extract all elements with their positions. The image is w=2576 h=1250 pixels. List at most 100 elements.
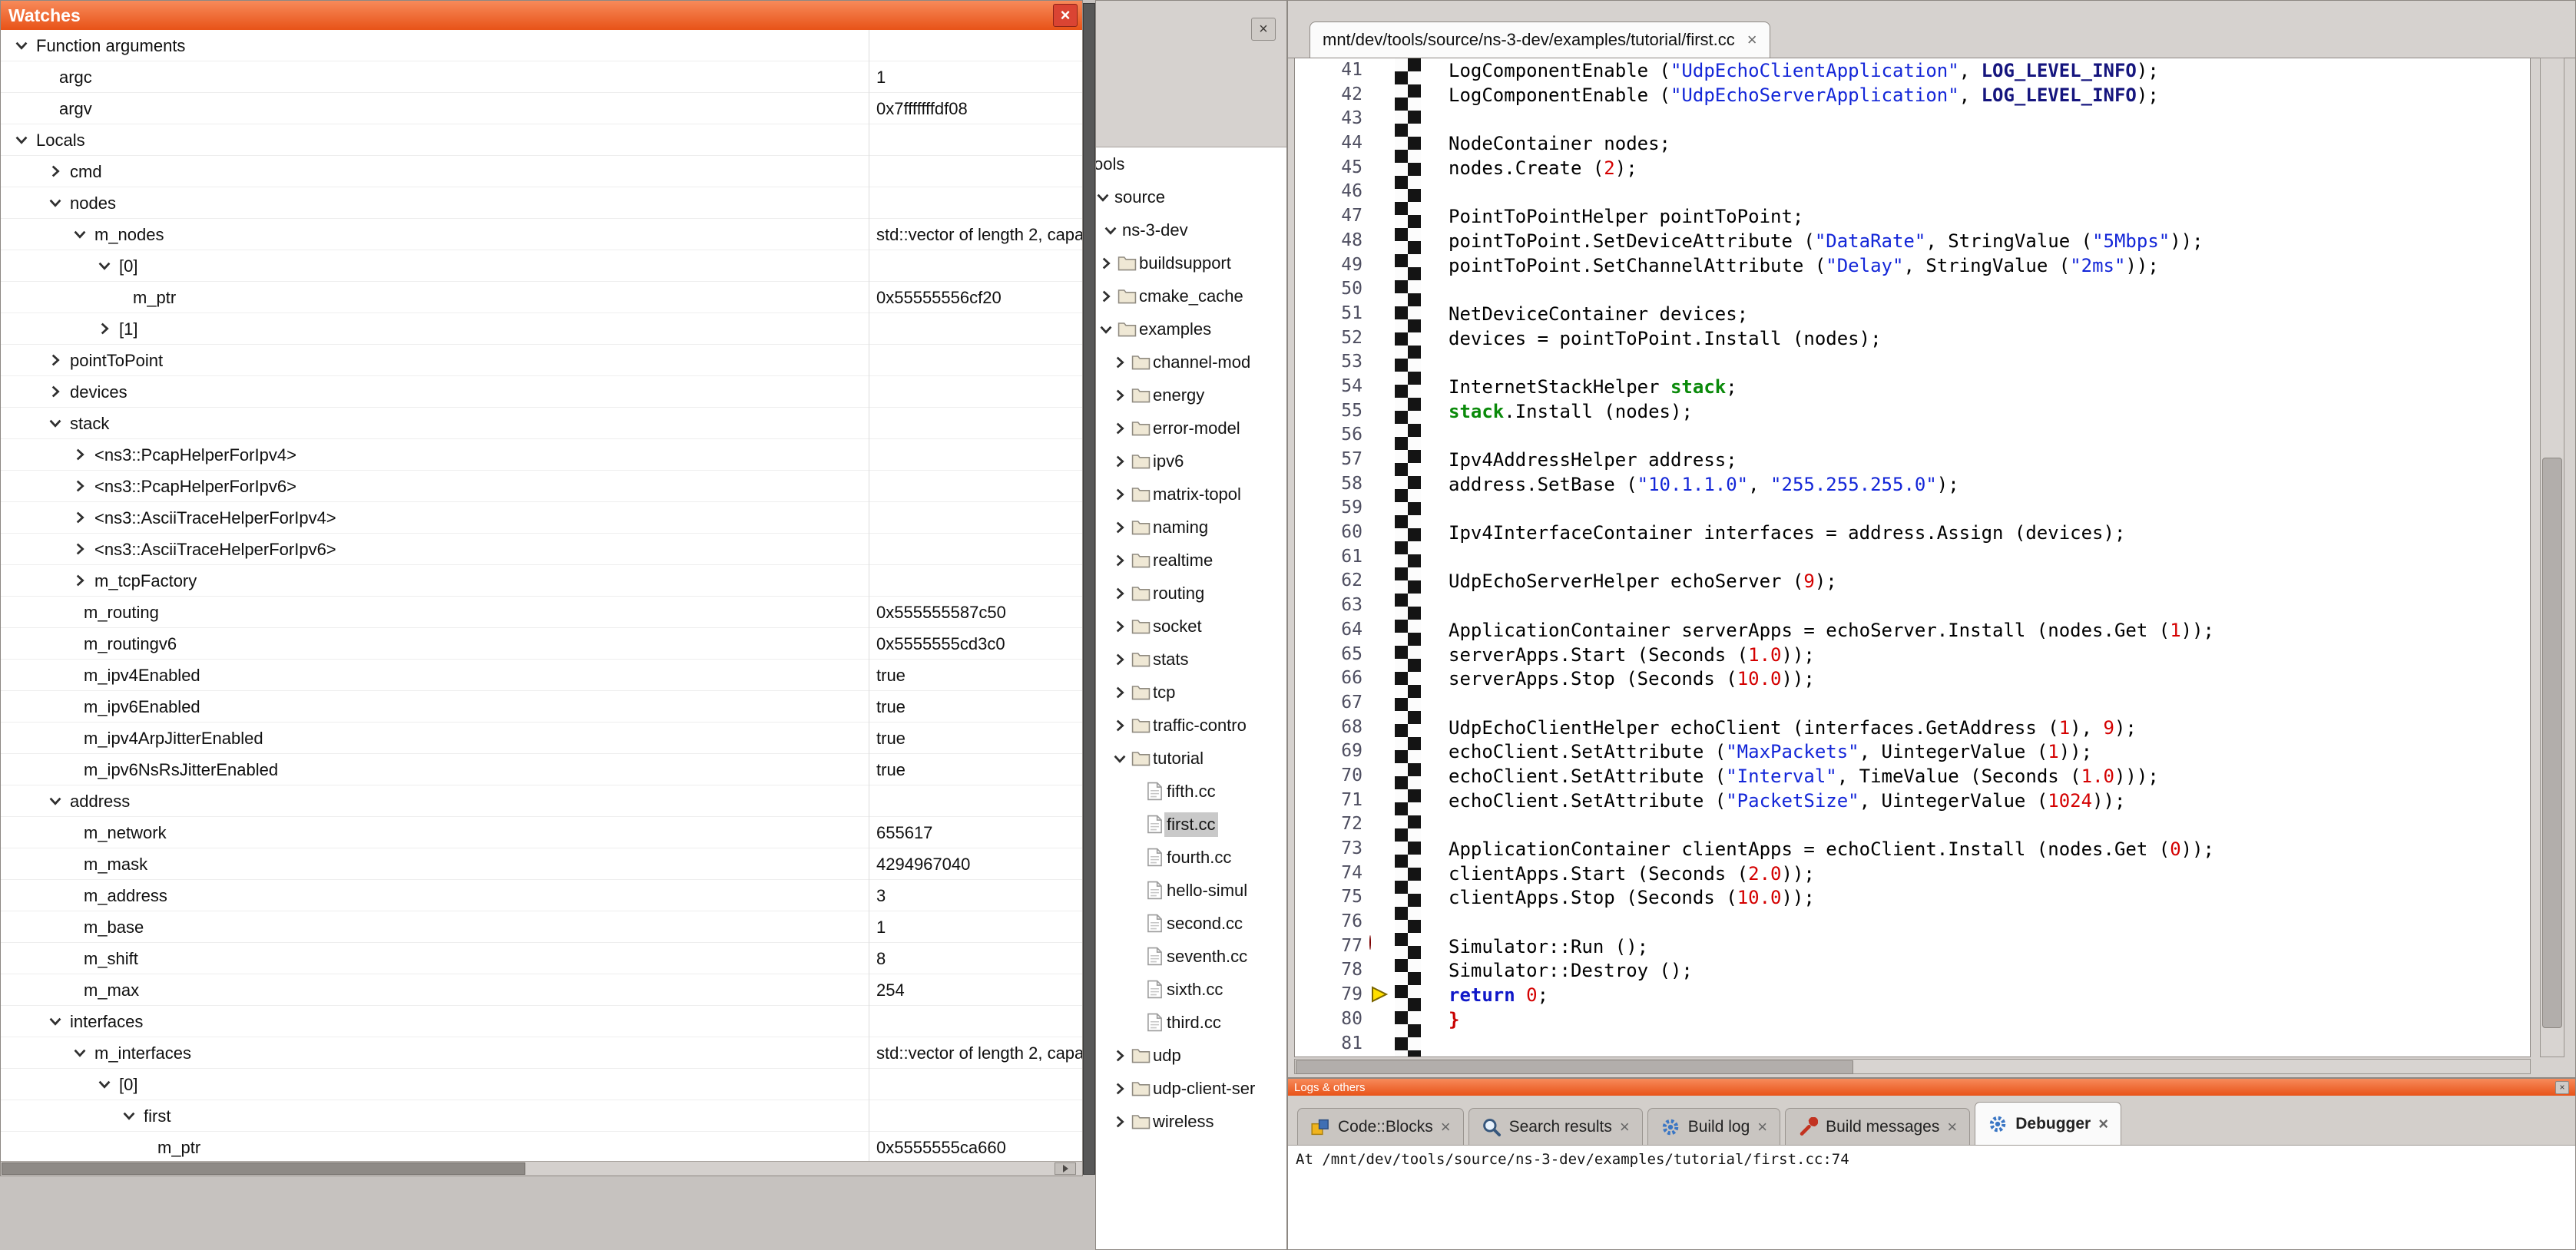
watch-row[interactable]: stack (1, 408, 1082, 439)
watch-row[interactable]: <ns3::AsciiTraceHelperForIpv4> (1, 502, 1082, 534)
watch-row[interactable]: Function arguments (1, 30, 1082, 61)
chevron-down-icon[interactable] (47, 792, 64, 809)
tree-item-fourth-cc[interactable]: fourth.cc (1096, 841, 1286, 874)
watch-row[interactable]: <ns3::PcapHelperForIpv6> (1, 471, 1082, 502)
chevron-right-icon[interactable] (1098, 255, 1114, 272)
watch-row[interactable]: m_network655617 (1, 817, 1082, 848)
line-number[interactable]: 56 (1295, 425, 1362, 445)
tree-item-buildsupport[interactable]: buildsupport (1096, 246, 1286, 279)
logs-titlebar[interactable]: Logs & others × (1288, 1079, 2575, 1096)
watch-row[interactable]: [1] (1, 313, 1082, 345)
watch-row[interactable]: argv0x7fffffffdf08 (1, 93, 1082, 124)
line-number[interactable]: 46 (1295, 181, 1362, 201)
line-number[interactable]: 69 (1295, 741, 1362, 761)
tree-item-tcp[interactable]: tcp (1096, 676, 1286, 709)
logs-tab-build-log[interactable]: Build log× (1647, 1108, 1780, 1145)
chevron-down-icon[interactable] (1111, 750, 1128, 767)
line-number[interactable]: 49 (1295, 255, 1362, 275)
current-line-arrow-icon[interactable] (1369, 984, 1394, 1006)
tree-item-udp[interactable]: udp (1096, 1039, 1286, 1072)
tab-close-icon[interactable]: × (1757, 1119, 1767, 1136)
line-number[interactable]: 80 (1295, 1009, 1362, 1029)
line-number[interactable]: 44 (1295, 133, 1362, 153)
chevron-down-icon[interactable] (1102, 222, 1119, 239)
chevron-right-icon[interactable] (47, 163, 64, 180)
line-number[interactable]: 64 (1295, 620, 1362, 640)
watch-row[interactable]: <ns3::PcapHelperForIpv4> (1, 439, 1082, 471)
watch-row[interactable]: m_ptr0x5555555ca660 (1, 1132, 1082, 1162)
line-number[interactable]: 60 (1295, 522, 1362, 542)
chevron-right-icon[interactable] (1111, 684, 1128, 701)
chevron-right-icon[interactable] (1111, 387, 1128, 404)
watch-row[interactable]: cmd (1, 156, 1082, 187)
close-icon[interactable]: × (1251, 18, 1276, 41)
tab-close-icon[interactable]: × (1947, 1119, 1957, 1136)
tree-item-traffic-contro[interactable]: traffic-contro (1096, 709, 1286, 742)
line-number[interactable]: 55 (1295, 401, 1362, 421)
line-number[interactable]: 47 (1295, 206, 1362, 226)
tree-item-tutorial[interactable]: tutorial (1096, 742, 1286, 775)
watch-row[interactable]: m_ipv4Enabledtrue (1, 660, 1082, 691)
watch-row[interactable]: Locals (1, 124, 1082, 156)
watch-row[interactable]: first (1, 1100, 1082, 1132)
line-number[interactable]: 75 (1295, 887, 1362, 907)
tree-item-ipv6[interactable]: ipv6 (1096, 445, 1286, 478)
chevron-right-icon[interactable] (71, 446, 88, 463)
tree-item-first-cc[interactable]: first.cc (1096, 808, 1286, 841)
close-icon[interactable]: × (2555, 1081, 2569, 1094)
chevron-right-icon[interactable] (1111, 651, 1128, 668)
line-number[interactable]: 68 (1295, 717, 1362, 737)
watch-row[interactable]: [0] (1, 250, 1082, 282)
tree-item-fifth-cc[interactable]: fifth.cc (1096, 775, 1286, 808)
tree-item-source[interactable]: source (1096, 180, 1286, 213)
watch-row[interactable]: m_interfacesstd::vector of length 2, cap… (1, 1037, 1082, 1069)
logs-tab-search-results[interactable]: Search results× (1468, 1108, 1643, 1145)
chevron-right-icon[interactable] (1111, 486, 1128, 503)
chevron-right-icon[interactable] (1098, 288, 1114, 305)
chevron-down-icon[interactable] (13, 37, 30, 54)
watch-row[interactable]: m_address3 (1, 880, 1082, 911)
line-number[interactable]: 50 (1295, 279, 1362, 299)
chevron-down-icon[interactable] (47, 415, 64, 432)
tree-item-second-cc[interactable]: second.cc (1096, 907, 1286, 940)
tree-item-seventh-cc[interactable]: seventh.cc (1096, 940, 1286, 973)
tree-item-ns-3-dev[interactable]: ns-3-dev (1096, 213, 1286, 246)
watches-titlebar[interactable]: Watches × (1, 1, 1082, 30)
chevron-right-icon[interactable] (1111, 420, 1128, 437)
line-number[interactable]: 63 (1295, 595, 1362, 615)
watches-horizontal-scrollbar[interactable] (1, 1161, 1082, 1176)
chevron-right-icon[interactable] (1111, 552, 1128, 569)
chevron-right-icon[interactable] (71, 541, 88, 557)
chevron-right-icon[interactable] (1111, 519, 1128, 536)
chevron-down-icon[interactable] (47, 194, 64, 211)
scrollbar-right-arrow-icon[interactable] (1055, 1162, 1076, 1175)
tree-item-examples[interactable]: examples (1096, 312, 1286, 346)
watch-row[interactable]: interfaces (1, 1006, 1082, 1037)
editor-horizontal-scrollbar[interactable] (1294, 1059, 2531, 1074)
line-number[interactable]: 51 (1295, 303, 1362, 323)
tree-item-sixth-cc[interactable]: sixth.cc (1096, 973, 1286, 1006)
logs-tab-debugger[interactable]: Debugger× (1975, 1102, 2121, 1145)
tree-item-hello-simul[interactable]: hello-simul (1096, 874, 1286, 907)
line-number[interactable]: 41 (1295, 60, 1362, 80)
tree-item-error-model[interactable]: error-model (1096, 412, 1286, 445)
chevron-right-icon[interactable] (1111, 618, 1128, 635)
chevron-right-icon[interactable] (1111, 453, 1128, 470)
chevron-down-icon[interactable] (96, 257, 113, 274)
chevron-right-icon[interactable] (1111, 1047, 1128, 1064)
watch-row[interactable]: m_routing0x555555587c50 (1, 597, 1082, 628)
line-number[interactable]: 52 (1295, 328, 1362, 348)
line-number[interactable]: 43 (1295, 108, 1362, 128)
editor-vertical-scrollbar[interactable] (2540, 58, 2564, 1057)
line-number[interactable]: 58 (1295, 474, 1362, 494)
watch-row[interactable]: m_mask4294967040 (1, 848, 1082, 880)
line-number[interactable]: 73 (1295, 838, 1362, 858)
line-number[interactable]: 42 (1295, 84, 1362, 104)
tree-item-wireless[interactable]: wireless (1096, 1105, 1286, 1138)
line-number[interactable]: 54 (1295, 376, 1362, 396)
tab-close-icon[interactable]: × (1747, 31, 1757, 48)
watches-vertical-scrollbar[interactable] (1083, 3, 1095, 1175)
tree-item-third-cc[interactable]: third.cc (1096, 1006, 1286, 1039)
tree-item-routing[interactable]: routing (1096, 577, 1286, 610)
watch-row[interactable]: m_ptr0x55555556cf20 (1, 282, 1082, 313)
